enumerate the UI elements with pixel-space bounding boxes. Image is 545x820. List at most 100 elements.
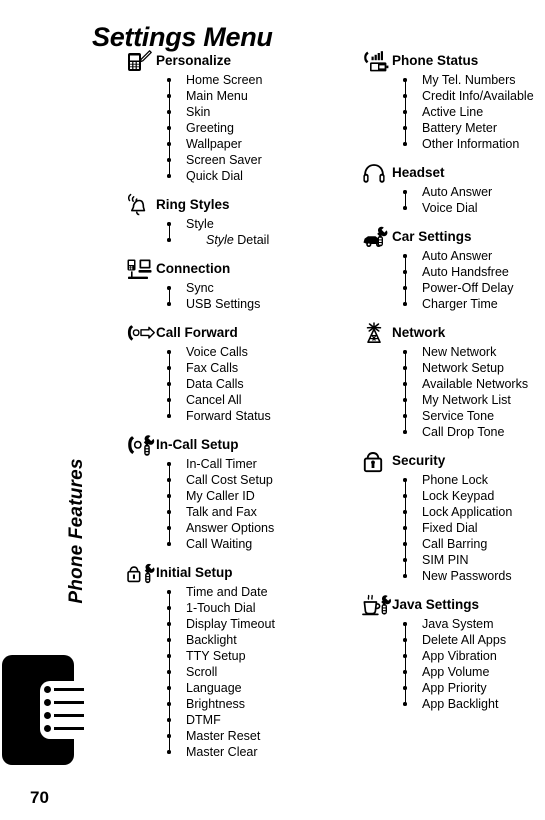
- menu-item-list: Style Style Detail: [164, 216, 341, 248]
- menu-item[interactable]: Master Clear: [167, 744, 341, 760]
- menu-group-header[interactable]: Call Forward: [126, 322, 341, 344]
- menu-item-label: Network Setup: [422, 361, 504, 375]
- menu-item[interactable]: Call Barring: [403, 536, 545, 552]
- menu-group-header[interactable]: Personalize: [126, 50, 341, 72]
- menu-item[interactable]: Talk and Fax: [167, 504, 341, 520]
- menu-group-header[interactable]: Headset: [362, 162, 545, 184]
- menu-item-label: Main Menu: [186, 89, 248, 103]
- menu-item-label: Quick Dial: [186, 169, 243, 183]
- menu-item-label: Phone Lock: [422, 473, 489, 487]
- menu-item[interactable]: Home Screen: [167, 72, 341, 88]
- menu-group-header[interactable]: Network: [362, 322, 545, 344]
- menu-item[interactable]: Charger Time: [403, 296, 545, 312]
- menu-item[interactable]: Call Waiting: [167, 536, 341, 552]
- menu-item[interactable]: Wallpaper: [167, 136, 341, 152]
- menu-item[interactable]: Style: [167, 216, 341, 232]
- menu-item[interactable]: App Vibration: [403, 648, 545, 664]
- menu-item[interactable]: Language: [167, 680, 341, 696]
- menu-group-header[interactable]: Security: [362, 450, 545, 473]
- menu-item[interactable]: Network Setup: [403, 360, 545, 376]
- menu-group-label: Phone Status: [392, 53, 479, 69]
- menu-item[interactable]: Display Timeout: [167, 616, 341, 632]
- menu-item[interactable]: Sync: [167, 280, 341, 296]
- menu-item[interactable]: App Volume: [403, 664, 545, 680]
- menu-item[interactable]: New Passwords: [403, 568, 545, 584]
- menu-item[interactable]: Fax Calls: [167, 360, 341, 376]
- menu-item[interactable]: Skin: [167, 104, 341, 120]
- menu-item[interactable]: Screen Saver: [167, 152, 341, 168]
- thumb-tab-dot-icon: [44, 712, 51, 719]
- menu-item-list: Auto Answer Voice Dial: [400, 184, 545, 216]
- menu-item-label: Java System: [422, 617, 494, 631]
- page-title: Settings Menu: [92, 22, 273, 53]
- menu-item[interactable]: Answer Options: [167, 520, 341, 536]
- menu-item[interactable]: TTY Setup: [167, 648, 341, 664]
- menu-group-header[interactable]: Phone Status: [362, 50, 545, 72]
- tree-bullet-icon: [167, 414, 171, 418]
- menu-item[interactable]: New Network: [403, 344, 545, 360]
- phone-pencil-icon: [126, 50, 156, 72]
- menu-item[interactable]: App Backlight: [403, 696, 545, 712]
- menu-item[interactable]: Scroll: [167, 664, 341, 680]
- menu-item[interactable]: Java System: [403, 616, 545, 632]
- menu-item-label: Forward Status: [186, 409, 271, 423]
- menu-item[interactable]: Auto Answer: [403, 248, 545, 264]
- menu-item[interactable]: Fixed Dial: [403, 520, 545, 536]
- menu-item[interactable]: USB Settings: [167, 296, 341, 312]
- section-side-title: Phone Features: [66, 458, 87, 604]
- menu-group-header[interactable]: In-Call Setup: [126, 434, 341, 456]
- menu-item[interactable]: Phone Lock: [403, 472, 545, 488]
- menu-item[interactable]: 1-Touch Dial: [167, 600, 341, 616]
- menu-item[interactable]: Voice Calls: [167, 344, 341, 360]
- menu-item[interactable]: Other Information: [403, 136, 545, 152]
- tree-bullet-icon: [167, 686, 171, 690]
- menu-group: Headset Auto Answer Voice Dial: [362, 162, 545, 216]
- menu-item-label: Fixed Dial: [422, 521, 478, 535]
- menu-item[interactable]: Cancel All: [167, 392, 341, 408]
- menu-item[interactable]: Lock Keypad: [403, 488, 545, 504]
- menu-item[interactable]: My Tel. Numbers: [403, 72, 545, 88]
- tree-bullet-icon: [403, 302, 407, 306]
- menu-item[interactable]: Credit Info/Available: [403, 88, 545, 104]
- menu-group-header[interactable]: Connection: [126, 258, 341, 280]
- menu-item[interactable]: Call Drop Tone: [403, 424, 545, 440]
- menu-item[interactable]: Delete All Apps: [403, 632, 545, 648]
- menu-item[interactable]: Auto Handsfree: [403, 264, 545, 280]
- menu-group-header[interactable]: Ring Styles: [126, 193, 341, 216]
- menu-item[interactable]: Data Calls: [167, 376, 341, 392]
- menu-group-header[interactable]: Java Settings: [362, 594, 545, 616]
- menu-item[interactable]: App Priority: [403, 680, 545, 696]
- menu-item[interactable]: Backlight: [167, 632, 341, 648]
- menu-item-label: Voice Dial: [422, 201, 478, 215]
- menu-item[interactable]: Service Tone: [403, 408, 545, 424]
- menu-item[interactable]: Lock Application: [403, 504, 545, 520]
- menu-item[interactable]: Main Menu: [167, 88, 341, 104]
- menu-item[interactable]: Brightness: [167, 696, 341, 712]
- menu-item[interactable]: Forward Status: [167, 408, 341, 424]
- menu-item[interactable]: Master Reset: [167, 728, 341, 744]
- menu-item-label: App Backlight: [422, 697, 499, 711]
- menu-item[interactable]: Time and Date: [167, 584, 341, 600]
- menu-item[interactable]: Quick Dial: [167, 168, 341, 184]
- menu-item[interactable]: Call Cost Setup: [167, 472, 341, 488]
- menu-group-header[interactable]: Initial Setup: [126, 562, 341, 584]
- menu-group: Initial Setup Time and Date 1-Touch Dial Di…: [126, 562, 341, 760]
- menu-item[interactable]: In-Call Timer: [167, 456, 341, 472]
- menu-item-label: New Network: [422, 345, 497, 359]
- menu-item[interactable]: Battery Meter: [403, 120, 545, 136]
- menu-item[interactable]: Style Detail: [167, 232, 341, 248]
- menu-item[interactable]: My Caller ID: [167, 488, 341, 504]
- menu-group-header[interactable]: Car Settings: [362, 226, 545, 248]
- menu-item[interactable]: DTMF: [167, 712, 341, 728]
- menu-item[interactable]: Voice Dial: [403, 200, 545, 216]
- menu-item[interactable]: Active Line: [403, 104, 545, 120]
- menu-item[interactable]: Greeting: [167, 120, 341, 136]
- menu-item[interactable]: Auto Answer: [403, 184, 545, 200]
- menu-item[interactable]: My Network List: [403, 392, 545, 408]
- menu-item[interactable]: Available Networks: [403, 376, 545, 392]
- tree-bullet-icon: [167, 638, 171, 642]
- menu-item[interactable]: SIM PIN: [403, 552, 545, 568]
- tree-bullet-icon: [403, 350, 407, 354]
- menu-item[interactable]: Power-Off Delay: [403, 280, 545, 296]
- tree-bullet-icon: [403, 526, 407, 530]
